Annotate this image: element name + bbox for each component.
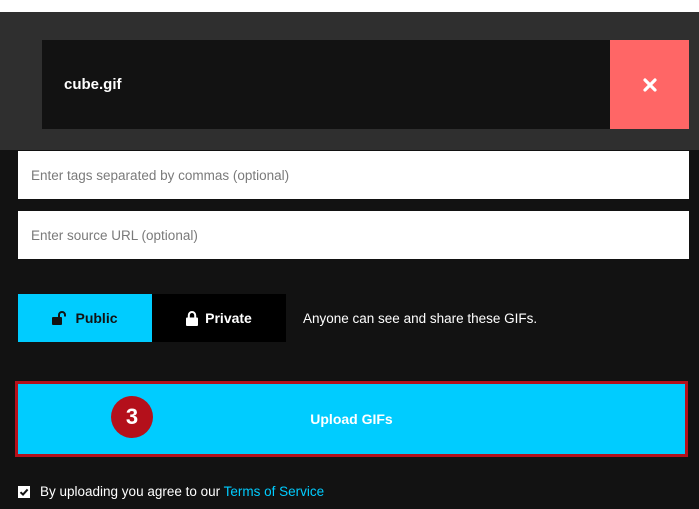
- close-icon: [642, 77, 657, 92]
- file-row: cube.gif: [42, 40, 610, 129]
- private-button[interactable]: Private: [152, 294, 286, 342]
- file-area: cube.gif: [0, 12, 699, 150]
- private-label: Private: [205, 310, 252, 326]
- source-url-input[interactable]: [18, 211, 689, 259]
- visibility-description: Anyone can see and share these GIFs.: [303, 310, 538, 326]
- lock-icon: [186, 310, 199, 326]
- upload-panel: cube.gif Public Private Anyone can see a…: [0, 12, 699, 509]
- public-button[interactable]: Public: [18, 294, 152, 342]
- agree-checkbox[interactable]: [18, 485, 30, 498]
- unlock-icon: [52, 311, 67, 325]
- upload-highlight: Upload GIFs 3: [15, 381, 688, 457]
- check-icon: [19, 488, 29, 496]
- public-label: Public: [75, 310, 118, 326]
- tags-input[interactable]: [18, 151, 689, 199]
- step-badge: 3: [111, 396, 153, 438]
- agreement-row: By uploading you agree to our Terms of S…: [18, 484, 324, 499]
- remove-file-button[interactable]: [610, 40, 689, 129]
- file-name: cube.gif: [64, 76, 122, 93]
- agreement-text: By uploading you agree to our: [40, 484, 221, 499]
- upload-label: Upload GIFs: [310, 411, 393, 427]
- visibility-toggle: Public Private Anyone can see and share …: [18, 294, 537, 342]
- terms-of-service-link[interactable]: Terms of Service: [224, 484, 325, 499]
